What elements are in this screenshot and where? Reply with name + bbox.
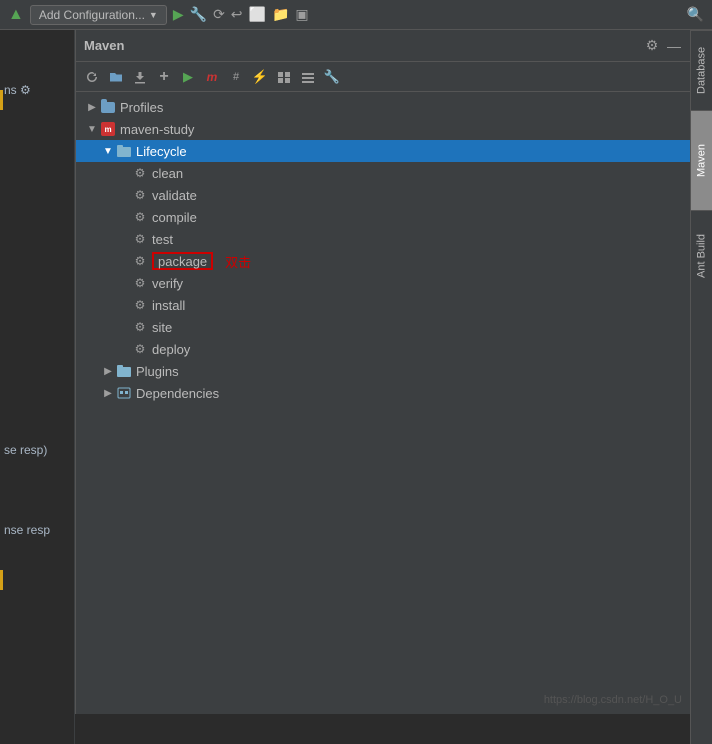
back-icon[interactable]: ↩ (231, 6, 243, 23)
expand-maven-study-arrow[interactable]: ▼ (84, 118, 100, 140)
toggle-toolbar-icon[interactable] (274, 67, 294, 87)
wrench-toolbar-icon[interactable]: 🔧 (322, 67, 342, 87)
settings-gear-icon[interactable]: ⚙ (644, 37, 660, 54)
tab-maven[interactable]: Maven (691, 110, 712, 210)
maven-header-icons: ⚙ — (644, 37, 682, 54)
maven-m-icon[interactable]: m (202, 67, 222, 87)
code-line-2: se resp) (0, 440, 74, 460)
columns-icon[interactable] (298, 67, 318, 87)
tab-ant-build[interactable]: Ant Build (691, 210, 712, 300)
folder-browse-icon[interactable]: 📁 (272, 6, 289, 23)
skip-tests-icon[interactable]: # (226, 67, 246, 87)
package-highlight-box: package (152, 252, 213, 270)
test-label: test (152, 232, 173, 247)
add-configuration-button[interactable]: Add Configuration... ▼ (30, 5, 167, 25)
tree-item-compile[interactable]: ▶ ⚙ compile (76, 206, 690, 228)
download-toolbar-icon[interactable] (130, 67, 150, 87)
code-indicator-bar2 (0, 570, 3, 590)
deploy-label: deploy (152, 342, 190, 357)
install-gear-icon: ⚙ (132, 297, 148, 313)
maven-header: Maven ⚙ — (76, 30, 690, 62)
dropdown-arrow-icon: ▼ (149, 10, 158, 20)
add-config-label: Add Configuration... (39, 8, 145, 22)
verify-gear-icon: ⚙ (132, 275, 148, 291)
expand-dependencies-arrow[interactable]: ▶ (100, 382, 116, 404)
install-label: install (152, 298, 185, 313)
clean-gear-icon: ⚙ (132, 165, 148, 181)
code-text-1: ns ⚙ (0, 80, 74, 100)
minimize-icon[interactable]: — (666, 38, 682, 54)
deploy-gear-icon: ⚙ (132, 341, 148, 357)
double-click-hint: 双击 (225, 252, 251, 271)
wrench-icon[interactable]: 🔧 (190, 6, 207, 23)
verify-label: verify (152, 276, 183, 291)
reload-icon[interactable]: ⟳ (213, 6, 225, 23)
code-line: ns ⚙ (0, 80, 74, 100)
validate-label: validate (152, 188, 197, 203)
code-line-3: nse resp (0, 520, 74, 540)
maven-tree: ▶ Profiles ▼ m maven-study ▼ (76, 92, 690, 714)
tree-item-deploy[interactable]: ▶ ⚙ deploy (76, 338, 690, 360)
lifecycle-folder-icon (116, 143, 132, 159)
search-icon[interactable]: 🔍 (687, 6, 704, 23)
package-label: package (158, 254, 207, 269)
site-gear-icon: ⚙ (132, 319, 148, 335)
validate-gear-icon: ⚙ (132, 187, 148, 203)
code-editor-area: ns ⚙ se resp) nse resp (0, 30, 75, 744)
package-gear-icon: ⚙ (132, 253, 148, 269)
tree-item-clean[interactable]: ▶ ⚙ clean (76, 162, 690, 184)
refresh-toolbar-icon[interactable] (82, 67, 102, 87)
tree-item-lifecycle[interactable]: ▼ Lifecycle (76, 140, 690, 162)
tree-item-package[interactable]: ▶ ⚙ package 双击 (76, 250, 690, 272)
code-text-3: nse resp (0, 520, 74, 540)
lightning-toolbar-icon[interactable]: ⚡ (250, 67, 270, 87)
plugins-label: Plugins (136, 364, 179, 379)
green-arrow-icon: ▲ (8, 6, 24, 24)
tree-item-plugins[interactable]: ▶ Plugins (76, 360, 690, 382)
profiles-folder-icon (100, 99, 116, 115)
lifecycle-label: Lifecycle (136, 144, 187, 159)
expand-plugins-arrow[interactable]: ▶ (100, 360, 116, 382)
tree-item-dependencies[interactable]: ▶ Dependencies (76, 382, 690, 404)
compile-gear-icon: ⚙ (132, 209, 148, 225)
maven-tab-label: Maven (696, 144, 708, 177)
play-icon[interactable]: ▶ (173, 6, 184, 23)
run-toolbar-icon[interactable]: ▶ (178, 67, 198, 87)
ant-build-tab-label: Ant Build (696, 233, 708, 277)
expand-lifecycle-arrow[interactable]: ▼ (100, 140, 116, 162)
maven-study-icon: m (100, 121, 116, 137)
tree-item-maven-study[interactable]: ▼ m maven-study (76, 118, 690, 140)
right-sidebar: Database Maven Ant Build (690, 30, 712, 744)
maven-panel-title: Maven (84, 38, 124, 53)
tree-item-validate[interactable]: ▶ ⚙ validate (76, 184, 690, 206)
dependencies-folder-icon (116, 385, 132, 401)
watermark: https://blog.csdn.net/H_O_U (544, 694, 682, 706)
stop-icon[interactable]: ⬜ (249, 6, 266, 23)
expand-profiles-arrow[interactable]: ▶ (84, 96, 100, 118)
clean-label: clean (152, 166, 183, 181)
dependencies-label: Dependencies (136, 386, 219, 401)
database-tab-label: Database (696, 47, 708, 94)
tree-item-site[interactable]: ▶ ⚙ site (76, 316, 690, 338)
site-label: site (152, 320, 172, 335)
tree-item-test[interactable]: ▶ ⚙ test (76, 228, 690, 250)
folder-open-toolbar-icon[interactable] (106, 67, 126, 87)
tab-database[interactable]: Database (691, 30, 712, 110)
terminal-icon[interactable]: ▣ (295, 6, 308, 23)
plugins-folder-icon (116, 363, 132, 379)
code-indicator-bar (0, 90, 3, 110)
maven-panel: Maven ⚙ — + ▶ m # ⚡ (75, 30, 690, 714)
tree-item-profiles[interactable]: ▶ Profiles (76, 96, 690, 118)
compile-label: compile (152, 210, 197, 225)
maven-study-label: maven-study (120, 122, 194, 137)
tree-item-install[interactable]: ▶ ⚙ install (76, 294, 690, 316)
tree-item-verify[interactable]: ▶ ⚙ verify (76, 272, 690, 294)
code-text-2: se resp) (0, 440, 74, 460)
add-toolbar-icon[interactable]: + (154, 67, 174, 87)
test-gear-icon: ⚙ (132, 231, 148, 247)
profiles-label: Profiles (120, 100, 163, 115)
maven-toolbar: + ▶ m # ⚡ 🔧 (76, 62, 690, 92)
